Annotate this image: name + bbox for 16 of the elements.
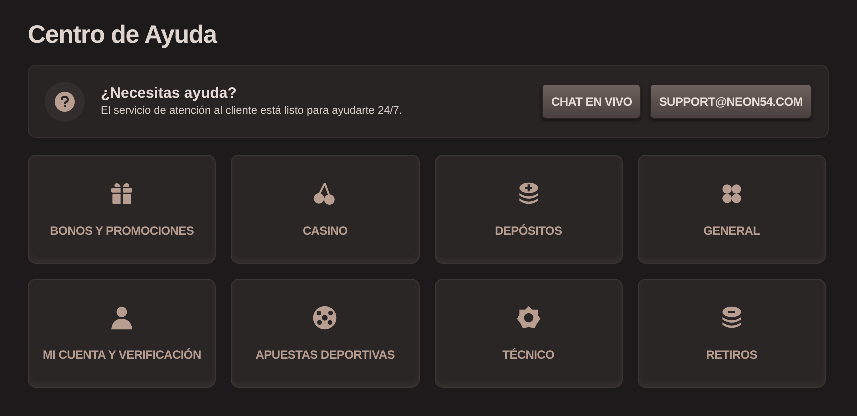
- category-card[interactable]: CASINO: [231, 155, 420, 264]
- category-card[interactable]: DEPÓSITOS: [434, 155, 623, 264]
- live-chat-button[interactable]: CHAT EN VIVO: [542, 84, 642, 119]
- category-card[interactable]: MI CUENTA Y VERIFICACIÓN: [28, 279, 216, 388]
- banner-heading: ¿Necesitas ayuda?: [101, 84, 238, 104]
- help-icon: [45, 82, 85, 122]
- email-button[interactable]: SUPPORT@NEON54.COM: [650, 84, 812, 119]
- category-card[interactable]: RETIROS: [638, 279, 826, 388]
- page-title: Centro de Ayuda: [28, 20, 218, 51]
- soccer-ball-icon: [311, 304, 340, 332]
- gear-icon: [514, 304, 543, 332]
- category-card[interactable]: TÉCNICO: [434, 279, 623, 388]
- category-card[interactable]: BONOS Y PROMOCIONES: [28, 155, 216, 264]
- banner-text: El servicio de atención al cliente está listo para ayudarte 24/7.: [101, 104, 404, 119]
- category-card[interactable]: APUESTAS DEPORTIVAS: [231, 279, 420, 388]
- category-card[interactable]: GENERAL: [638, 155, 826, 264]
